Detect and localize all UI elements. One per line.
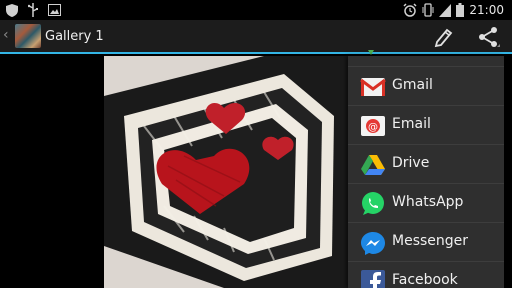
- edit-icon[interactable]: [433, 26, 455, 48]
- status-bar: 21:00: [0, 0, 512, 20]
- share-item-facebook[interactable]: Facebook: [348, 261, 504, 288]
- share-item-label: Gmail: [392, 77, 433, 93]
- share-item-gmail[interactable]: Gmail: [348, 66, 504, 105]
- whatsapp-icon: [362, 192, 384, 215]
- drive-icon: [361, 155, 385, 175]
- signal-icon: [439, 3, 452, 17]
- share-icon[interactable]: [476, 25, 500, 49]
- facebook-icon: [361, 270, 385, 288]
- menu-scroll-hint-icon: [368, 50, 374, 55]
- shield-icon: [6, 3, 18, 17]
- usb-icon: [28, 3, 38, 17]
- email-icon: @: [361, 116, 385, 136]
- share-item-email[interactable]: @ Email: [348, 105, 504, 144]
- share-menu: Gmail @ Email Drive WhatsApp Messenger F…: [348, 56, 504, 288]
- clock: 21:00: [469, 3, 504, 17]
- vibrate-icon: [422, 3, 434, 17]
- share-item-label: Email: [392, 116, 431, 132]
- page-title[interactable]: Gallery 1: [45, 29, 104, 44]
- action-bar-divider: [0, 52, 512, 54]
- share-item-drive[interactable]: Drive: [348, 144, 504, 183]
- share-item-messenger[interactable]: Messenger: [348, 222, 504, 261]
- gallery-thumbnail[interactable]: [15, 24, 41, 48]
- svg-text:@: @: [368, 122, 378, 133]
- alarm-icon: [403, 3, 417, 17]
- share-item-label: WhatsApp: [392, 194, 464, 210]
- share-item-label: Messenger: [392, 233, 469, 249]
- share-item-label: Drive: [392, 155, 430, 171]
- messenger-icon: [361, 232, 385, 255]
- gallery-photo[interactable]: [104, 56, 348, 288]
- gmail-icon: [360, 78, 386, 96]
- image-icon: [48, 4, 61, 16]
- share-item-whatsapp[interactable]: WhatsApp: [348, 183, 504, 222]
- share-item-label: Facebook: [392, 272, 458, 288]
- battery-icon: [456, 3, 465, 17]
- back-chevron-icon[interactable]: ‹: [3, 27, 9, 43]
